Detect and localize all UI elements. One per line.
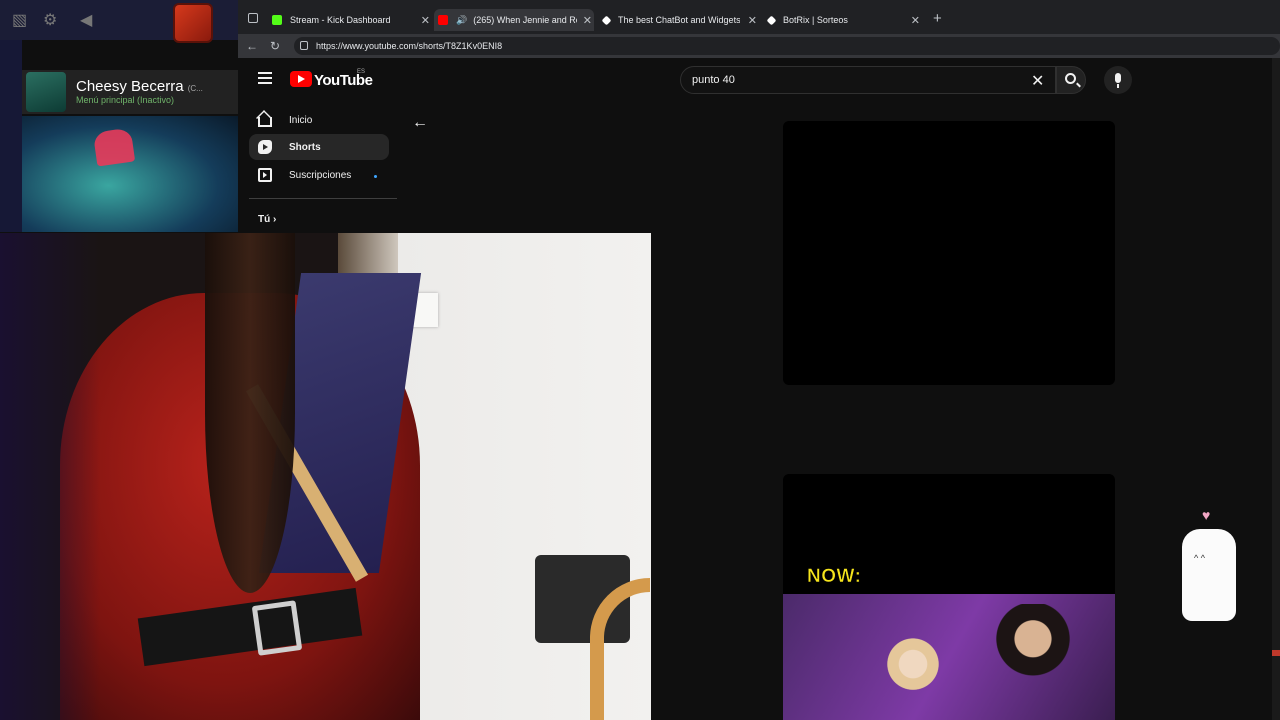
gear-icon: ⚙ <box>43 12 58 29</box>
video-person <box>883 634 943 720</box>
new-tab-button[interactable]: + <box>933 10 942 27</box>
pet-face: ^ ^ <box>1194 553 1205 563</box>
short-video-player[interactable] <box>783 121 1115 385</box>
tab-actions-icon[interactable] <box>248 13 258 23</box>
tab-botrix-sorteos[interactable]: BotRix | Sorteos ✕ <box>766 9 920 31</box>
search-icon <box>1065 73 1076 84</box>
scroll-marker <box>1272 650 1280 656</box>
webcam-overlay <box>0 233 651 720</box>
shorts-icon <box>258 140 272 154</box>
tab-chatbot[interactable]: The best ChatBot and Widgets fo ✕ <box>601 9 757 31</box>
kick-icon <box>272 15 282 25</box>
new-content-dot <box>374 175 377 178</box>
youtube-logo-icon[interactable] <box>290 71 312 87</box>
menu-icon[interactable] <box>258 72 272 84</box>
dota-logo-icon <box>175 5 211 41</box>
tab-youtube[interactable]: 🔊 (265) When Jennie and Rosé ✕ <box>434 9 594 31</box>
screen: { "browser": { "tabs": [ {"label": "Stre… <box>0 0 1280 720</box>
sidebar-divider <box>249 198 397 199</box>
sidebar-item-suscripciones[interactable]: Suscripciones <box>249 162 389 188</box>
hair <box>205 233 295 593</box>
close-icon[interactable]: ✕ <box>748 14 757 27</box>
slash-box-icon: ▧ <box>12 12 28 29</box>
shadow <box>0 233 100 720</box>
close-icon[interactable]: ✕ <box>911 14 920 27</box>
next-short-video[interactable] <box>783 474 1115 720</box>
reload-button[interactable]: ↻ <box>270 39 280 53</box>
sidebar-item-inicio[interactable]: Inicio <box>249 107 389 133</box>
country-code: ES <box>357 69 366 75</box>
botrix-icon <box>766 15 777 25</box>
speaker-icon[interactable]: 🔊 <box>456 15 467 26</box>
tab-kick-dashboard[interactable]: Stream - Kick Dashboard ✕ <box>272 9 430 31</box>
botrix-icon <box>601 15 612 25</box>
belt-buckle <box>251 600 303 656</box>
overlay-side-strip <box>0 40 22 232</box>
pet-mascot: ♥ ^ ^ <box>1178 507 1238 625</box>
profile-status: Menú principal (Inactivo) <box>76 95 175 105</box>
site-info-icon[interactable] <box>300 41 308 50</box>
overlay-top-bar: ▧ ⚙ ◀ <box>0 0 238 41</box>
overlay-profile: Cheesy Becerra (C... Menú principal (Ina… <box>22 70 238 114</box>
clear-search-icon[interactable]: ✕ <box>1031 71 1044 91</box>
search-input[interactable]: punto 40 <box>680 66 1056 94</box>
scrollbar[interactable] <box>1272 58 1280 720</box>
back-arrow-icon[interactable]: ← <box>412 114 428 132</box>
subscriptions-icon <box>258 168 272 182</box>
video-person <box>993 604 1073 720</box>
youtube-favicon-icon <box>438 15 448 25</box>
close-icon[interactable]: ✕ <box>421 14 430 27</box>
short-caption: NOW: <box>807 566 862 588</box>
close-icon[interactable]: ✕ <box>583 14 592 27</box>
avatar <box>26 72 66 112</box>
voice-search-button[interactable] <box>1104 66 1132 94</box>
sidebar-item-tu[interactable]: Tú › <box>258 214 276 225</box>
game-card-image <box>22 116 238 232</box>
pixel-heart-icon <box>92 127 136 167</box>
search-button[interactable] <box>1056 66 1086 94</box>
profile-name: Cheesy Becerra (C... <box>76 78 203 95</box>
pet-body <box>1182 529 1236 621</box>
address-bar[interactable]: https://www.youtube.com/shorts/T8Z1Kv0EN… <box>294 37 1280 55</box>
heart-icon: ♥ <box>1202 507 1211 523</box>
chevron-left-icon: ◀ <box>80 12 93 29</box>
sidebar-item-shorts[interactable]: Shorts <box>249 134 389 160</box>
back-button[interactable]: ← <box>246 39 258 53</box>
home-icon <box>258 117 272 127</box>
